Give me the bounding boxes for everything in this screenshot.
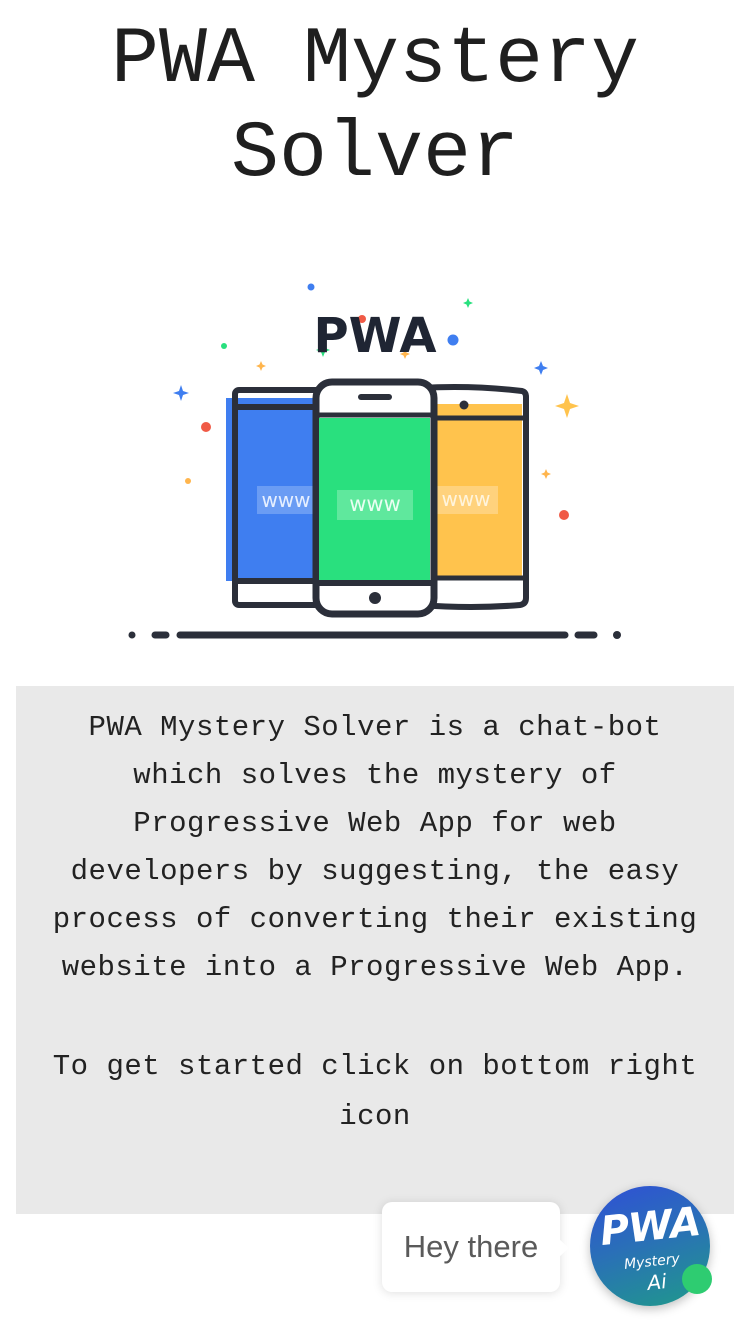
sparkle-star <box>463 298 473 308</box>
app-description: PWA Mystery Solver is a chat-bot which s… <box>52 711 698 984</box>
chatbot-logo-pwa: PWA <box>597 1198 703 1256</box>
blue-device-url: www <box>261 488 310 512</box>
chatbot-launcher-button[interactable]: PWA Mystery Ai <box>590 1186 712 1306</box>
chat-greeting-bubble[interactable]: Hey there <box>382 1202 569 1292</box>
sparkle-star <box>555 394 579 418</box>
pwa-logo-text: PWA <box>313 308 436 364</box>
info-card: PWA Mystery Solver is a chat-bot which s… <box>16 686 734 1214</box>
chat-greeting-text: Hey there <box>403 1229 539 1264</box>
sparkle-dot <box>307 283 315 291</box>
chatbot-logo-ai: Ai <box>646 1269 668 1295</box>
online-status-dot <box>682 1264 712 1294</box>
pwa-devices-illustration: PWA www www www <box>128 283 621 639</box>
sparkle-star <box>173 385 189 401</box>
sparkle-dot <box>201 422 211 432</box>
hero-illustration: PWA www www www <box>120 270 630 655</box>
sparkle-dot <box>185 478 191 484</box>
sparkle-dot <box>447 334 459 346</box>
get-started-instructions: To get started click on bottom right ico… <box>52 1050 698 1133</box>
sparkle-star <box>534 361 548 375</box>
green-device-url: www <box>349 492 401 516</box>
sparkle-star <box>256 361 266 371</box>
orange-device-url: www <box>441 487 490 511</box>
sparkle-star <box>541 469 551 479</box>
sparkle-dot <box>559 510 569 520</box>
sparkle-dot <box>221 343 227 349</box>
page-title: PWA Mystery Solver <box>110 15 640 200</box>
